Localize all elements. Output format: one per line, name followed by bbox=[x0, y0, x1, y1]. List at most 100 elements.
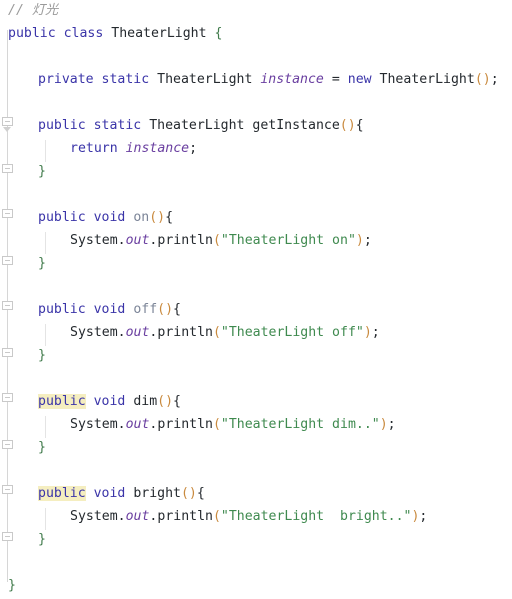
close-brace: } bbox=[38, 440, 46, 455]
string-literal: "TheaterLight dim.." bbox=[220, 417, 380, 432]
close-brace: } bbox=[38, 532, 46, 547]
code-line-method-signature-on: public void on(){ bbox=[38, 207, 173, 229]
code-line-println-on: System.out.println("TheaterLight on"); bbox=[70, 230, 372, 252]
method-parens: () bbox=[149, 210, 166, 225]
keyword-public: public bbox=[8, 26, 56, 41]
method-println: println bbox=[157, 233, 213, 248]
string-literal: "TheaterLight off" bbox=[220, 325, 364, 340]
open-paren: ( bbox=[212, 233, 221, 248]
open-brace: { bbox=[173, 302, 181, 317]
open-brace: { bbox=[165, 210, 174, 225]
keyword-static: static bbox=[101, 72, 150, 87]
semicolon: ; bbox=[363, 233, 372, 248]
code-line-getinstance-close: } bbox=[38, 161, 46, 183]
code-line-method-close-bright: } bbox=[38, 529, 46, 551]
object-system: System bbox=[70, 325, 118, 340]
return-type: TheaterLight bbox=[149, 118, 245, 133]
code-content[interactable]: // 灯光 public class TheaterLight { privat… bbox=[0, 0, 512, 599]
open-paren: ( bbox=[212, 509, 221, 524]
keyword-return: return bbox=[70, 141, 118, 156]
keyword-private: private bbox=[38, 72, 94, 87]
object-system: System bbox=[70, 233, 118, 248]
close-paren: ) bbox=[363, 325, 372, 340]
close-paren: ) bbox=[355, 233, 364, 248]
code-line-field-decl: private static TheaterLight instance = n… bbox=[38, 69, 499, 91]
code-line-println-dim: System.out.println("TheaterLight dim..")… bbox=[70, 414, 396, 436]
field-out: out bbox=[125, 509, 150, 524]
method-parens: () bbox=[157, 302, 174, 317]
code-line-class-decl: public class TheaterLight { bbox=[8, 23, 222, 45]
open-brace: { bbox=[173, 394, 181, 409]
keyword-class: class bbox=[63, 26, 104, 41]
code-line-method-close-dim: } bbox=[38, 437, 46, 459]
method-parens: () bbox=[339, 118, 356, 133]
return-value-instance: instance bbox=[125, 141, 190, 156]
method-name-off: off bbox=[133, 302, 158, 317]
semicolon: ; bbox=[189, 141, 198, 156]
field-out: out bbox=[125, 325, 150, 340]
keyword-void: void bbox=[93, 486, 126, 501]
keyword-public-highlighted: public bbox=[38, 394, 86, 409]
code-line-method-close-off: } bbox=[38, 345, 46, 367]
open-brace: { bbox=[196, 486, 205, 501]
assign-operator: = bbox=[331, 72, 340, 87]
keyword-public-highlighted: public bbox=[38, 486, 86, 501]
semicolon: ; bbox=[419, 509, 428, 524]
open-brace: { bbox=[355, 118, 364, 133]
keyword-public: public bbox=[38, 118, 86, 133]
code-line-method-signature-off: public void off(){ bbox=[38, 299, 181, 321]
comment-text: 灯光 bbox=[31, 3, 59, 18]
open-paren: ( bbox=[212, 417, 221, 432]
method-name-on: on bbox=[133, 210, 150, 225]
string-literal: "TheaterLight on" bbox=[220, 233, 356, 248]
field-out: out bbox=[125, 233, 150, 248]
method-parens: () bbox=[157, 394, 174, 409]
field-type: TheaterLight bbox=[157, 72, 253, 87]
method-name-dim: dim bbox=[133, 394, 158, 409]
method-println: println bbox=[157, 509, 213, 524]
code-line-method-signature-bright: public void bright(){ bbox=[38, 483, 205, 505]
close-paren: ) bbox=[379, 417, 388, 432]
close-brace: } bbox=[38, 348, 46, 363]
semicolon: ; bbox=[371, 325, 380, 340]
method-name-getinstance: getInstance bbox=[252, 118, 340, 133]
method-println: println bbox=[157, 417, 213, 432]
object-system: System bbox=[70, 417, 118, 432]
field-out: out bbox=[125, 417, 150, 432]
method-println: println bbox=[157, 325, 213, 340]
keyword-void: void bbox=[93, 302, 126, 317]
keyword-public: public bbox=[38, 302, 86, 317]
call-parens: () bbox=[474, 72, 491, 87]
keyword-new: new bbox=[347, 72, 372, 87]
keyword-static: static bbox=[93, 118, 142, 133]
comment-slashes: // bbox=[8, 3, 32, 18]
close-brace: } bbox=[38, 164, 46, 179]
semicolon: ; bbox=[387, 417, 396, 432]
keyword-public: public bbox=[38, 210, 86, 225]
method-name-bright: bright bbox=[133, 486, 181, 501]
code-line-method-signature-dim: public void dim(){ bbox=[38, 391, 181, 413]
dot: . bbox=[117, 509, 126, 524]
class-name: TheaterLight bbox=[111, 26, 207, 41]
method-parens: () bbox=[180, 486, 197, 501]
constructor-name: TheaterLight bbox=[379, 72, 475, 87]
open-brace: { bbox=[214, 26, 223, 41]
keyword-void: void bbox=[93, 210, 126, 225]
code-editor[interactable]: // 灯光 public class TheaterLight { privat… bbox=[0, 0, 512, 599]
dot: . bbox=[117, 325, 126, 340]
code-line-comment: // 灯光 bbox=[8, 0, 58, 22]
code-line-class-close: } bbox=[8, 575, 16, 597]
field-name-instance: instance bbox=[260, 72, 324, 87]
code-line-method-close-on: } bbox=[38, 253, 46, 275]
code-line-getinstance-signature: public static TheaterLight getInstance()… bbox=[38, 115, 364, 137]
code-line-println-bright: System.out.println("TheaterLight bright.… bbox=[70, 506, 427, 528]
string-literal: "TheaterLight bright.." bbox=[220, 509, 412, 524]
close-brace-class: } bbox=[8, 578, 16, 593]
dot: . bbox=[117, 417, 126, 432]
object-system: System bbox=[70, 509, 118, 524]
semicolon: ; bbox=[490, 72, 499, 87]
open-paren: ( bbox=[212, 325, 221, 340]
close-brace: } bbox=[38, 256, 46, 271]
code-line-return: return instance; bbox=[70, 138, 197, 160]
dot: . bbox=[117, 233, 126, 248]
